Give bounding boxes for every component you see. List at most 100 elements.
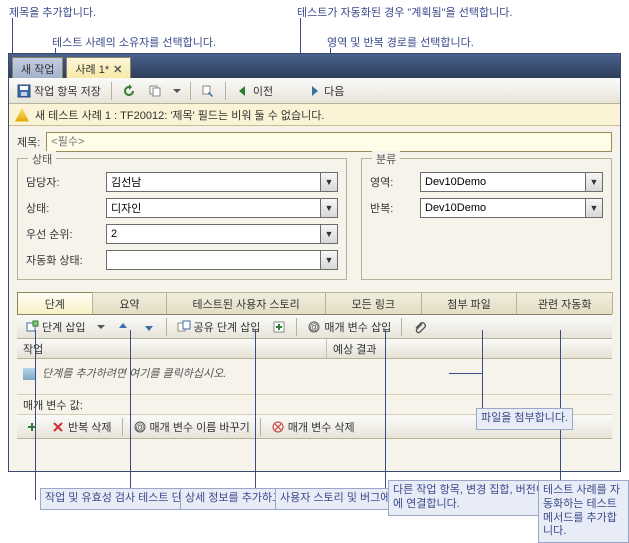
callout-attach: 파일을 첨부합니다. — [476, 408, 573, 430]
steps-grid-header: 작업 예상 결과 — [17, 339, 612, 359]
state-input[interactable] — [106, 198, 320, 218]
callout-line — [482, 330, 483, 408]
chevron-down-icon[interactable]: ▼ — [320, 172, 338, 192]
callout-line — [255, 330, 256, 500]
separator — [111, 82, 112, 100]
copy-button[interactable] — [144, 81, 166, 101]
tab-label: 새 작업 — [21, 61, 54, 77]
callout-title: 제목을 추가합니다. — [9, 4, 96, 20]
next-button[interactable]: 다음 — [303, 81, 348, 101]
move-down-button[interactable] — [138, 317, 160, 337]
iteration-input[interactable] — [420, 198, 585, 218]
col-action: 작업 — [17, 339, 327, 358]
separator — [122, 418, 123, 436]
callout-line — [385, 330, 386, 495]
rename-param-label: 매개 변수 이름 바꾸기 — [150, 419, 250, 435]
col-expected: 예상 결과 — [327, 339, 383, 358]
area-label: 영역: — [370, 174, 420, 190]
group-state: 상태 담당자: ▼ 상태: ▼ 우선 순위: — [17, 158, 347, 280]
insert-shared-label: 공유 단계 삽입 — [194, 319, 261, 335]
plus-icon — [25, 420, 39, 434]
tab-automation[interactable]: 관련 자동화 — [516, 292, 613, 314]
delete-param-button[interactable]: 매개 변수 삭제 — [267, 417, 359, 437]
step-row-icon — [23, 368, 35, 380]
delete-param-label: 매개 변수 삭제 — [288, 419, 355, 435]
separator — [166, 318, 167, 336]
refresh-button[interactable] — [118, 81, 140, 101]
create-shared-button[interactable] — [268, 317, 290, 337]
delete-param-icon — [271, 420, 285, 434]
window-tabstrip: 새 작업 사례 1* ✕ — [9, 54, 620, 78]
automation-combo[interactable]: ▼ — [106, 250, 338, 270]
iteration-label: 반복: — [370, 200, 420, 216]
insert-shared-button[interactable]: 공유 단계 삽입 — [173, 317, 265, 337]
area-combo[interactable]: ▼ — [420, 172, 603, 192]
area-input[interactable] — [420, 172, 585, 192]
refresh-icon — [122, 84, 136, 98]
callout-area: 영역 및 반복 경로를 선택합니다. — [327, 34, 474, 50]
tab-steps[interactable]: 단계 — [17, 292, 93, 314]
insert-param-button[interactable]: @ 매개 변수 삽입 — [303, 317, 395, 337]
callout-line — [35, 330, 36, 500]
copy-icon — [148, 84, 162, 98]
owner-input[interactable] — [106, 172, 320, 192]
title-label: 제목: — [17, 134, 40, 150]
delete-iteration-button[interactable]: 반복 삭제 — [47, 417, 116, 437]
chevron-down-icon[interactable]: ▼ — [320, 224, 338, 244]
legend-class: 분류 — [372, 151, 400, 167]
priority-combo[interactable]: ▼ — [106, 224, 338, 244]
param-label: 매개 변수 값: — [23, 397, 83, 413]
chevron-down-icon[interactable]: ▼ — [320, 250, 338, 270]
window-tab-active[interactable]: 사례 1* ✕ — [66, 57, 131, 78]
chevron-down-icon[interactable] — [94, 320, 108, 334]
close-icon[interactable]: ✕ — [113, 63, 122, 76]
shared-step-icon — [177, 320, 191, 334]
title-input[interactable] — [46, 132, 612, 152]
chevron-down-icon[interactable]: ▼ — [585, 172, 603, 192]
callout-line — [560, 330, 561, 480]
state-combo[interactable]: ▼ — [106, 198, 338, 218]
shortcut-icon — [201, 84, 215, 98]
steps-toolbar: 단계 삽입 공유 단계 삽입 @ 매개 변수 삽입 — [17, 315, 612, 339]
svg-text:@: @ — [135, 422, 144, 432]
arrow-up-icon — [116, 320, 130, 334]
chevron-down-icon[interactable]: ▼ — [320, 198, 338, 218]
rename-param-button[interactable]: @ 매개 변수 이름 바꾸기 — [129, 417, 254, 437]
arrow-down-icon — [142, 320, 156, 334]
insert-step-label: 단계 삽입 — [42, 319, 86, 335]
callout-line — [449, 373, 482, 374]
window-tab-new[interactable]: 새 작업 — [12, 57, 63, 78]
chevron-down-icon[interactable] — [170, 84, 184, 98]
tab-links[interactable]: 모든 링크 — [325, 292, 422, 314]
separator — [260, 418, 261, 436]
owner-combo[interactable]: ▼ — [106, 172, 338, 192]
attach-button[interactable] — [408, 317, 430, 337]
automation-input[interactable] — [106, 250, 320, 270]
steps-hint: 단계를 추가하려면 여기를 클릭하십시오. — [42, 368, 226, 380]
add-iteration-button[interactable] — [21, 417, 43, 437]
prev-button[interactable]: 이전 — [232, 81, 277, 101]
tab-attachments[interactable]: 첨부 파일 — [421, 292, 518, 314]
save-button[interactable]: 작업 항목 저장 — [13, 81, 105, 101]
callout-owner: 테스트 사례의 소유자를 선택합니다. — [52, 34, 216, 50]
shortcut-button[interactable] — [197, 81, 219, 101]
insert-step-button[interactable]: 단계 삽입 — [21, 317, 90, 337]
tab-stories[interactable]: 테스트된 사용자 스토리 — [166, 292, 326, 314]
param-icon: @ — [307, 320, 321, 334]
delete-icon — [51, 420, 65, 434]
warning-icon — [15, 108, 29, 122]
automation-label: 자동화 상태: — [26, 252, 106, 268]
state-label: 상태: — [26, 200, 106, 216]
content-area: 제목: 상태 담당자: ▼ 상태: ▼ — [9, 126, 620, 445]
iteration-combo[interactable]: ▼ — [420, 198, 603, 218]
insert-step-icon — [25, 320, 39, 334]
chevron-down-icon[interactable]: ▼ — [585, 198, 603, 218]
paperclip-icon — [412, 320, 426, 334]
priority-input[interactable] — [106, 224, 320, 244]
separator — [225, 82, 226, 100]
steps-grid-body[interactable]: 단계를 추가하려면 여기를 클릭하십시오. — [17, 359, 612, 395]
rename-icon: @ — [133, 420, 147, 434]
priority-label: 우선 순위: — [26, 226, 106, 242]
tab-summary[interactable]: 요약 — [92, 292, 168, 314]
tab-label: 사례 1* — [75, 61, 109, 77]
